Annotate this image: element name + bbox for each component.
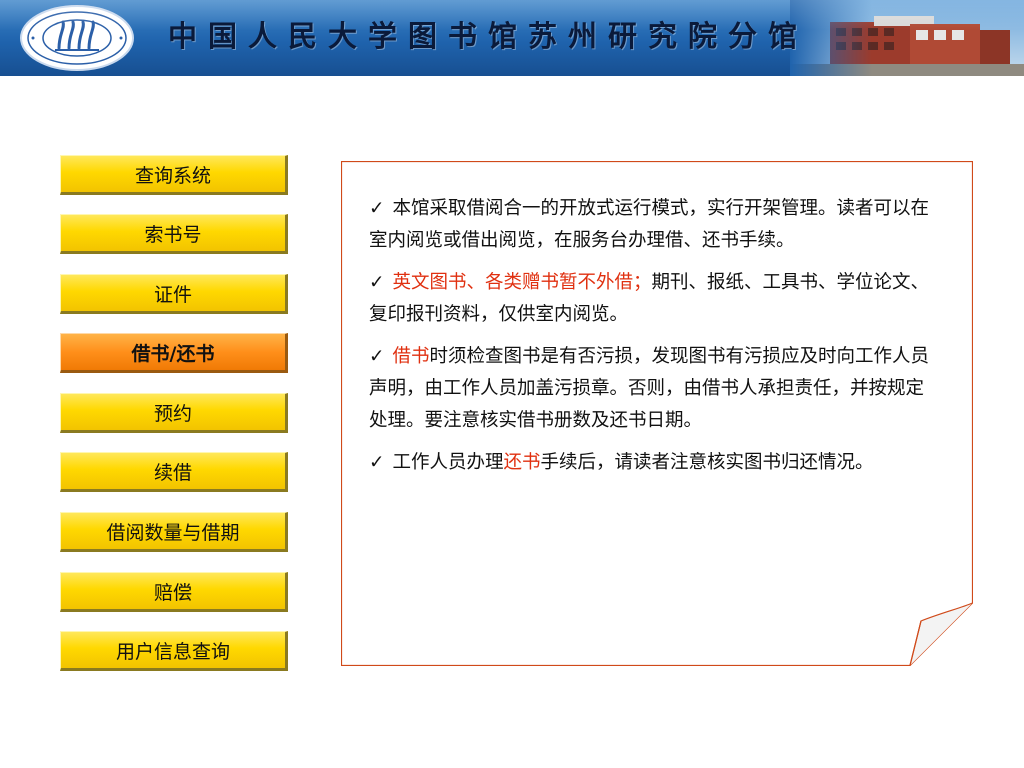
nav-loan-limits-button[interactable]: 借阅数量与借期 xyxy=(60,512,288,552)
rule-highlight: 借书 xyxy=(392,346,430,367)
nav-borrow-return-button[interactable]: 借书/还书 xyxy=(60,333,288,373)
renmin-university-seal-icon xyxy=(18,3,136,73)
check-icon: ✓ xyxy=(369,198,385,219)
banner-title: 中国人民大学图书馆苏州研究院分馆 xyxy=(168,19,809,53)
nav-compensation-button[interactable]: 赔偿 xyxy=(60,572,288,612)
header-banner: 中国人民大学图书馆苏州研究院分馆 xyxy=(0,0,1024,76)
check-icon: ✓ xyxy=(369,452,385,473)
rule-paragraph: ✓ 工作人员办理还书手续后，请读者注意核实图书归还情况。 xyxy=(369,447,941,479)
nav-user-info-button[interactable]: 用户信息查询 xyxy=(60,631,288,671)
nav-reservation-button[interactable]: 预约 xyxy=(60,393,288,433)
rule-text: 工作人员办理 xyxy=(392,452,504,473)
library-building-photo xyxy=(790,0,1024,76)
rule-paragraph: ✓ 借书时须检查图书是有否污损，发现图书有污损应及时向工作人员声明，由工作人员加盖… xyxy=(369,341,941,437)
check-icon: ✓ xyxy=(369,346,385,367)
check-icon: ✓ xyxy=(369,272,385,293)
content-panel: ✓ 本馆采取借阅合一的开放式运行模式，实行开架管理。读者可以在室内阅览或借出阅览，… xyxy=(341,161,973,666)
rule-text: 手续后，请读者注意核实图书归还情况。 xyxy=(540,452,874,473)
nav-renewal-button[interactable]: 续借 xyxy=(60,452,288,492)
nav-call-number-button[interactable]: 索书号 xyxy=(60,214,288,254)
rule-text: 时须检查图书是有否污损，发现图书有污损应及时向工作人员声明，由工作人员加盖污损章… xyxy=(369,346,930,431)
rule-paragraph: ✓ 本馆采取借阅合一的开放式运行模式，实行开架管理。读者可以在室内阅览或借出阅览，… xyxy=(369,193,941,257)
rule-highlight: 还书 xyxy=(503,452,541,473)
rule-text: 本馆采取借阅合一的开放式运行模式，实行开架管理。读者可以在室内阅览或借出阅览，在… xyxy=(369,198,930,251)
rule-highlight: 英文图书、各类赠书暂不外借； xyxy=(392,272,652,293)
nav-query-system-button[interactable]: 查询系统 xyxy=(60,155,288,195)
borrow-return-rules: ✓ 本馆采取借阅合一的开放式运行模式，实行开架管理。读者可以在室内阅览或借出阅览，… xyxy=(369,193,941,489)
rule-paragraph: ✓ 英文图书、各类赠书暂不外借；期刊、报纸、工具书、学位论文、复印报刊资料，仅供室… xyxy=(369,267,941,331)
nav-library-card-button[interactable]: 证件 xyxy=(60,274,288,314)
